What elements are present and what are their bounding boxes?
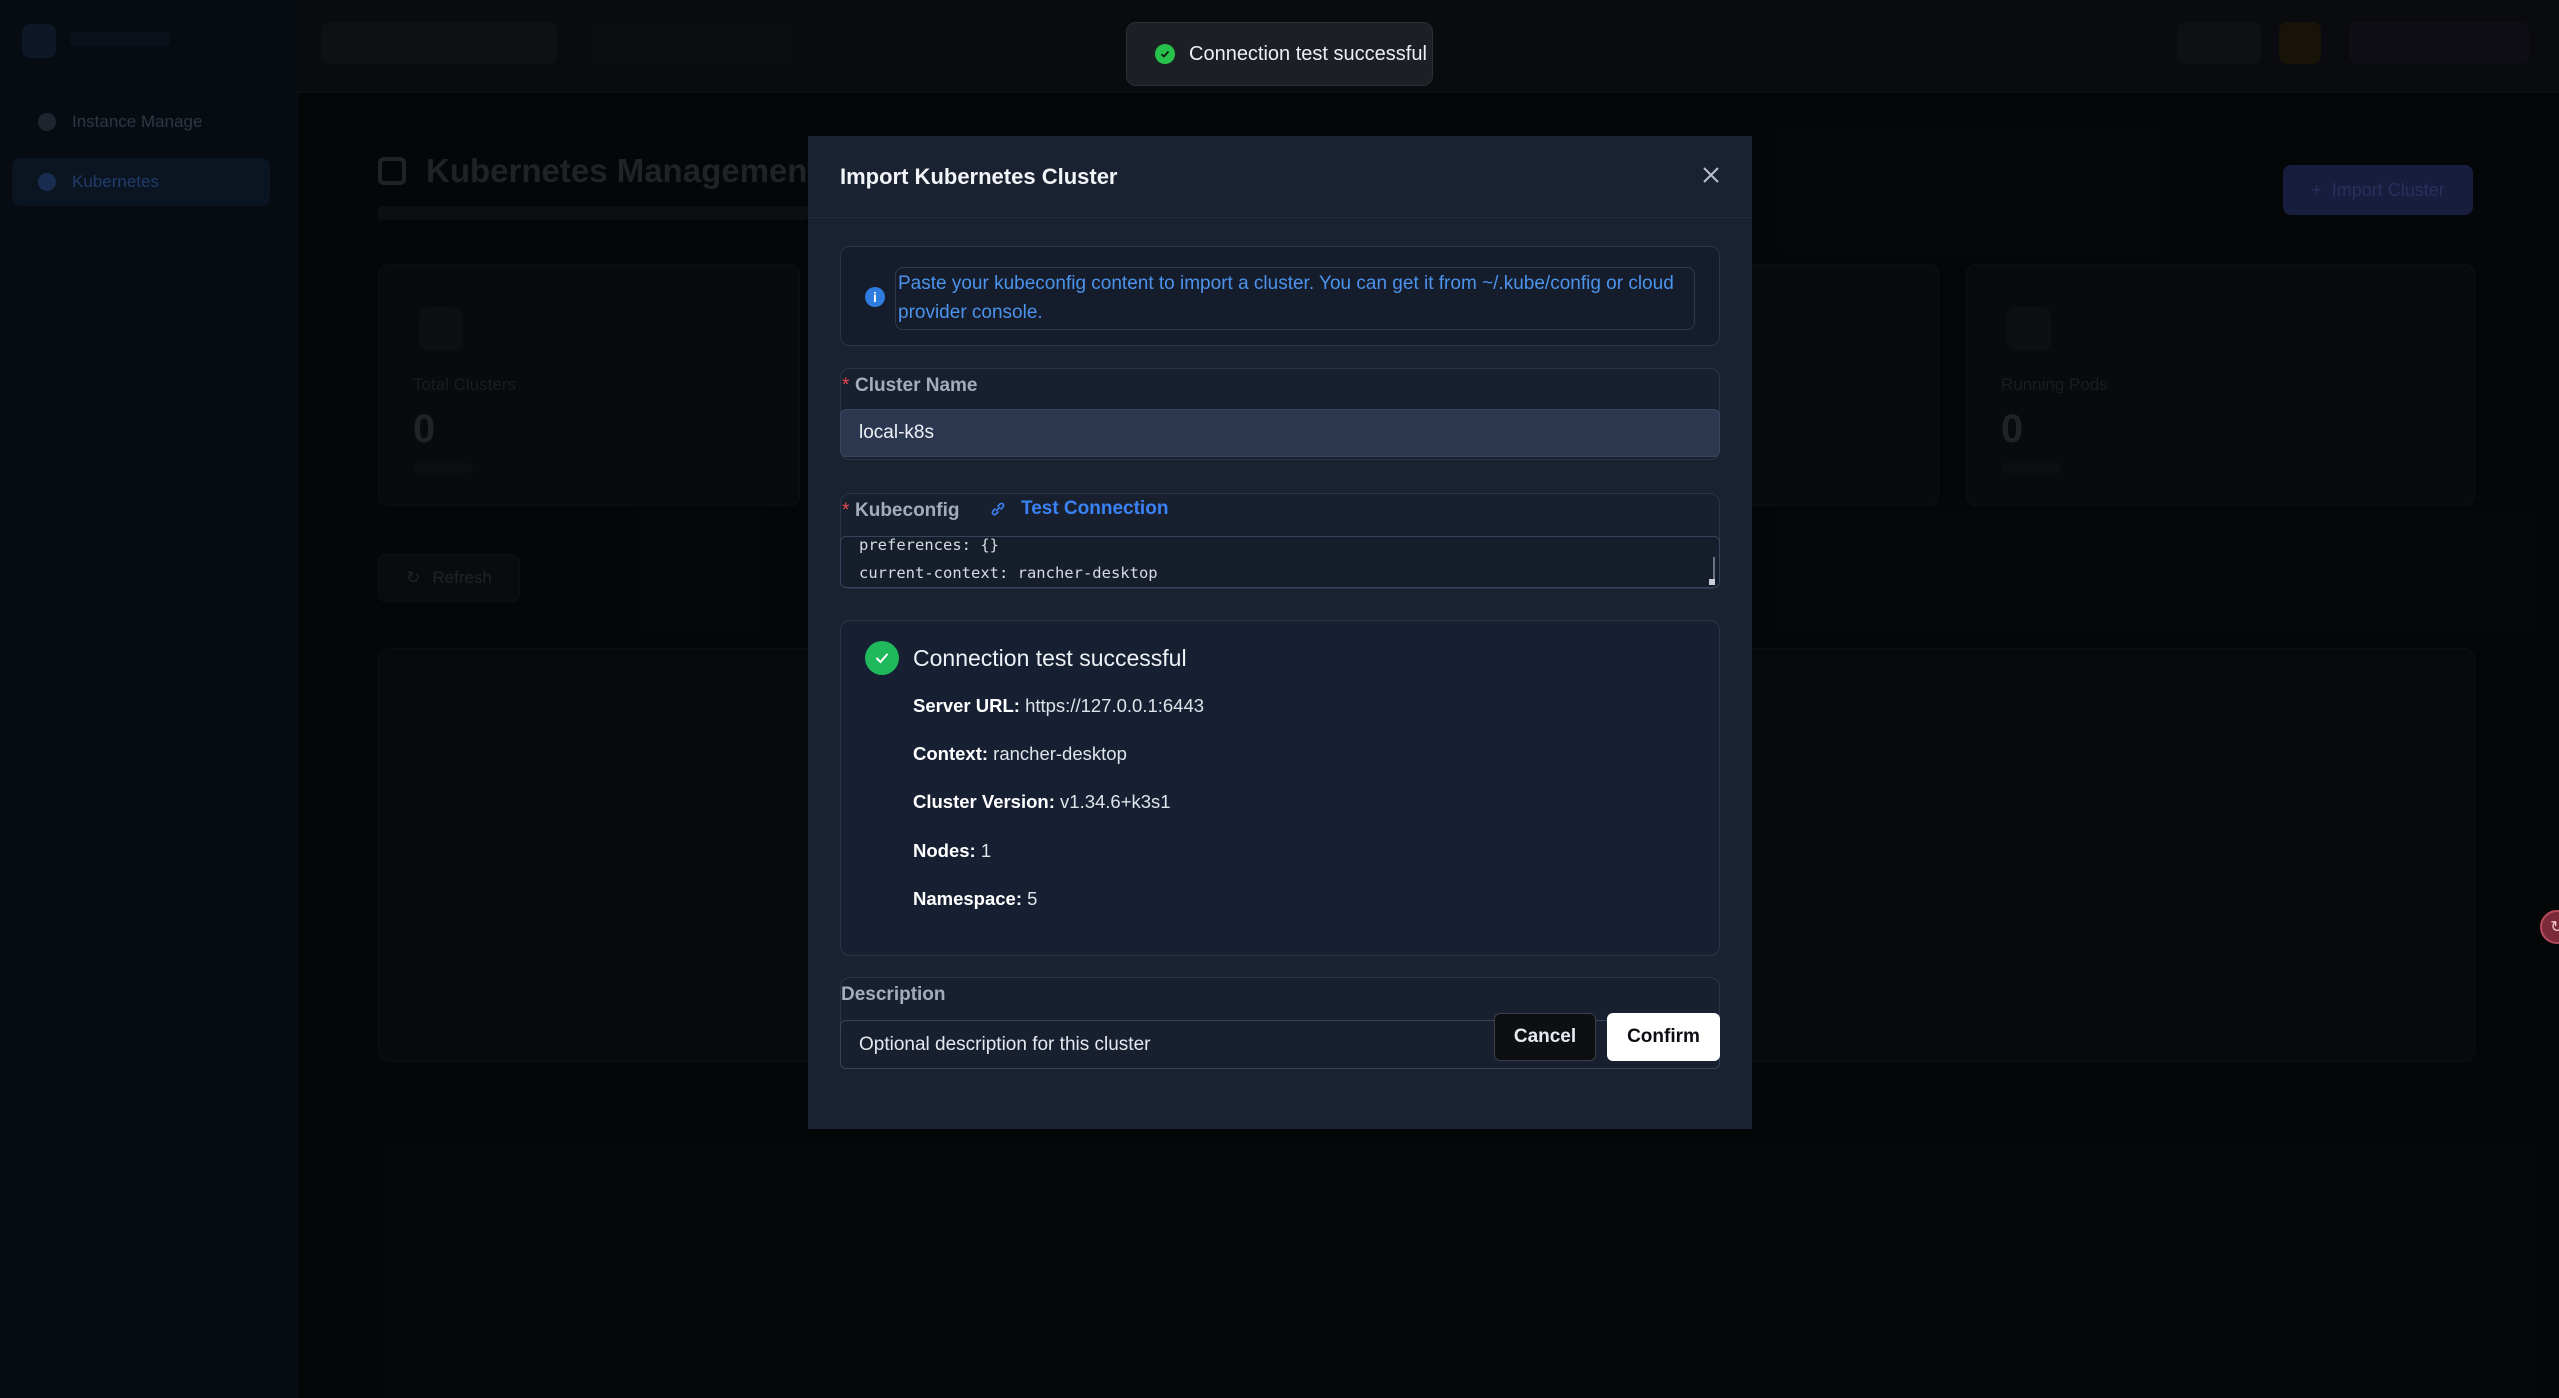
kubeconfig-label: * Kubeconfig	[842, 500, 960, 522]
kubeconfig-line: current-context: rancher-desktop	[859, 564, 1158, 582]
kubeconfig-label-text: Kubeconfig	[855, 500, 960, 521]
import-cluster-modal: Import Kubernetes Cluster i Paste your k…	[808, 136, 1752, 1129]
result-value: v1.34.6+k3s1	[1060, 791, 1171, 812]
link-icon	[991, 502, 1005, 516]
modal-header: Import Kubernetes Cluster	[808, 136, 1752, 218]
check-circle-icon	[865, 641, 899, 675]
textarea-scrollbar[interactable]	[1709, 557, 1715, 585]
result-cluster-version: Cluster Version: v1.34.6+k3s1	[913, 791, 1171, 813]
result-key: Server URL:	[913, 695, 1020, 716]
result-context: Context: rancher-desktop	[913, 743, 1127, 765]
kubeconfig-field: * Kubeconfig Test Connection preferences…	[840, 493, 1720, 589]
result-key: Nodes:	[913, 840, 976, 861]
modal-title: Import Kubernetes Cluster	[840, 163, 1118, 189]
test-connection-label: Test Connection	[1021, 498, 1169, 519]
connection-result-panel: Connection test successful Server URL: h…	[840, 620, 1720, 956]
result-value: 1	[980, 840, 992, 861]
required-marker: *	[842, 375, 850, 396]
result-value: 5	[1027, 888, 1038, 909]
info-icon: i	[865, 287, 885, 307]
cluster-name-label: * Cluster Name	[842, 375, 978, 397]
cluster-name-label-text: Cluster Name	[855, 375, 978, 396]
required-marker: *	[842, 500, 850, 521]
description-label: Description	[841, 984, 946, 1005]
kubeconfig-line: preferences: {}	[859, 536, 999, 554]
check-circle-icon	[1155, 44, 1175, 64]
close-icon[interactable]	[1698, 162, 1724, 188]
result-key: Context:	[913, 743, 989, 764]
result-title: Connection test successful	[913, 645, 1187, 671]
cluster-name-field: * Cluster Name local-k8s	[840, 368, 1720, 460]
toast-message: Connection test successful	[1189, 42, 1427, 65]
cancel-button[interactable]: Cancel	[1494, 1013, 1596, 1061]
info-text: Paste your kubeconfig content to import …	[895, 267, 1695, 330]
result-value: https://127.0.0.1:6443	[1025, 695, 1205, 716]
test-connection-button[interactable]: Test Connection	[989, 498, 1168, 520]
toast-notification: Connection test successful	[1126, 22, 1433, 86]
result-key: Namespace:	[913, 888, 1023, 909]
result-value: rancher-desktop	[993, 743, 1127, 764]
result-nodes: Nodes: 1	[913, 840, 991, 862]
cluster-name-input[interactable]: local-k8s	[840, 409, 1720, 457]
result-server-url: Server URL: https://127.0.0.1:6443	[913, 695, 1204, 717]
result-key: Cluster Version:	[913, 791, 1055, 812]
info-alert: i Paste your kubeconfig content to impor…	[840, 246, 1720, 346]
confirm-button[interactable]: Confirm	[1607, 1013, 1720, 1061]
kubeconfig-textarea[interactable]: preferences: {} current-context: rancher…	[840, 536, 1720, 588]
result-namespace: Namespace: 5	[913, 888, 1037, 910]
